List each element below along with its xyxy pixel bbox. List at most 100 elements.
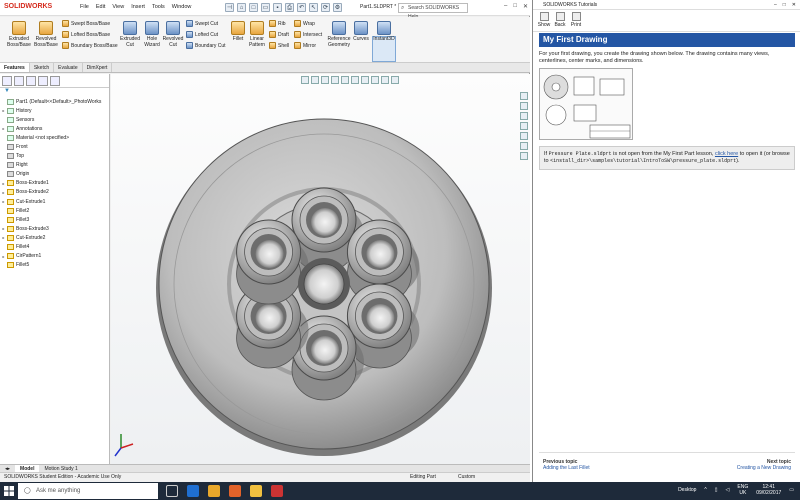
tree-item[interactable]: ▸ CirPattern1	[0, 252, 109, 261]
new-document-icon[interactable]: □	[249, 3, 258, 12]
tree-item[interactable]: Fillet4	[0, 243, 109, 252]
tab-evaluate[interactable]: Evaluate	[54, 63, 83, 72]
menu-file[interactable]: File	[80, 4, 89, 10]
expand-arrow-icon[interactable]: ▸	[0, 190, 7, 195]
zoom-to-fit-icon[interactable]	[301, 76, 309, 84]
lofted-cut-button[interactable]: Lofted Cut	[186, 31, 218, 38]
previous-view-icon[interactable]	[321, 76, 329, 84]
tree-item[interactable]: ▸ Annotations	[0, 124, 109, 133]
tab-sketch[interactable]: Sketch	[30, 63, 55, 72]
print-icon[interactable]: ⎙	[285, 3, 294, 12]
view-orientation-icon[interactable]	[341, 76, 349, 84]
custom-properties-icon[interactable]	[520, 142, 528, 150]
menu-window[interactable]: Window	[172, 4, 192, 10]
appearances-icon[interactable]	[520, 132, 528, 140]
minimize-icon[interactable]: –	[504, 3, 507, 10]
maximize-icon[interactable]: □	[783, 0, 786, 10]
tree-item[interactable]: Fillet2	[0, 206, 109, 215]
select-arrow-icon[interactable]: ↖	[309, 3, 318, 12]
show-button[interactable]: Show	[537, 12, 551, 29]
tree-item[interactable]: Fillet5	[0, 261, 109, 270]
menu-edit[interactable]: Edit	[96, 4, 105, 10]
tree-item[interactable]: Right	[0, 161, 109, 170]
mirror-button[interactable]: Mirror	[294, 42, 316, 49]
print-button[interactable]: Print	[569, 12, 583, 29]
tree-item[interactable]: ▸ Boss-Extrude1	[0, 179, 109, 188]
menu-tools[interactable]: Tools	[152, 4, 165, 10]
graphics-area[interactable]	[111, 74, 530, 464]
expand-arrow-icon[interactable]: ▸	[0, 181, 7, 186]
expand-arrow-icon[interactable]: ▸	[0, 235, 7, 240]
options-gear-icon[interactable]: ⚙	[333, 3, 342, 12]
chrome-icon[interactable]	[208, 485, 220, 497]
rib-button[interactable]: Rib	[269, 20, 286, 27]
tree-item[interactable]: Part1 (Default<<Default>_PhotoWorks	[0, 97, 109, 106]
cortana-search-input[interactable]: ◯ Ask me anything	[18, 483, 158, 499]
menu-view[interactable]: View	[112, 4, 124, 10]
tree-item[interactable]: Front	[0, 142, 109, 151]
expand-arrow-icon[interactable]: ▸	[0, 254, 7, 259]
solidworks-taskbar-icon[interactable]	[271, 485, 283, 497]
notifications-icon[interactable]: ▭	[789, 487, 794, 493]
zoom-area-icon[interactable]	[311, 76, 319, 84]
file-explorer-icon[interactable]	[520, 112, 528, 120]
windows-start-icon[interactable]	[4, 486, 14, 496]
boundary-cut-button[interactable]: Boundary Cut	[186, 42, 226, 49]
tree-item[interactable]: Fillet3	[0, 215, 109, 224]
status-units[interactable]: Custom	[458, 473, 475, 482]
tree-item[interactable]: Sensors	[0, 115, 109, 124]
clock[interactable]: 12:41 09/02/2017	[756, 484, 781, 496]
tab-scroll-icon[interactable]: ◂▸	[0, 465, 15, 472]
expand-arrow-icon[interactable]: ▸	[0, 226, 7, 231]
click-here-link[interactable]: click here	[715, 151, 738, 157]
edge-icon[interactable]	[187, 485, 199, 497]
lofted-boss-button[interactable]: Lofted Boss/Base	[62, 31, 110, 38]
language-indicator[interactable]: ENG UK	[737, 484, 748, 496]
display-style-icon[interactable]	[351, 76, 359, 84]
shell-button[interactable]: Shell	[269, 42, 289, 49]
tree-item[interactable]: ▸ Cut-Extrude1	[0, 197, 109, 206]
revolved-cut-button[interactable]: Revolved Cut	[162, 21, 184, 48]
solidworks-logo[interactable]: SOLIDWORKS	[4, 3, 52, 10]
save-icon[interactable]: ▪	[273, 3, 282, 12]
draft-button[interactable]: Draft	[269, 31, 289, 38]
fillet-button[interactable]: Fillet	[229, 21, 247, 43]
firefox-icon[interactable]	[229, 485, 241, 497]
menu-insert[interactable]: Insert	[131, 4, 145, 10]
view-settings-icon[interactable]	[391, 76, 399, 84]
linear-pattern-button[interactable]: Linear Pattern	[246, 21, 268, 48]
tree-item[interactable]: ▸ Boss-Extrude2	[0, 188, 109, 197]
expand-arrow-icon[interactable]: ▸	[0, 199, 7, 204]
solidworks-resources-icon[interactable]	[520, 92, 528, 100]
section-view-icon[interactable]	[331, 76, 339, 84]
tab-dimxpert[interactable]: DimXpert	[83, 63, 113, 72]
display-manager-icon[interactable]	[50, 76, 60, 86]
tree-item[interactable]: Top	[0, 152, 109, 161]
tree-item[interactable]: Origin	[0, 170, 109, 179]
tree-item[interactable]: Material <not specified>	[0, 133, 109, 142]
extruded-boss-button[interactable]: Extruded Boss/Base	[4, 21, 34, 48]
tree-item[interactable]: ▸ History	[0, 106, 109, 115]
chevron-up-icon[interactable]: ^	[704, 487, 706, 493]
home-icon[interactable]: ⌂	[237, 3, 246, 12]
swept-boss-button[interactable]: Swept Boss/Base	[62, 20, 110, 27]
dimxpert-manager-icon[interactable]	[38, 76, 48, 86]
file-explorer-icon[interactable]	[250, 485, 262, 497]
volume-icon[interactable]: ◁	[726, 487, 730, 493]
tab-motion-study[interactable]: Motion Study 1	[39, 465, 82, 472]
tab-features[interactable]: Features	[0, 63, 30, 72]
close-icon[interactable]: ✕	[523, 3, 528, 10]
revolved-boss-button[interactable]: Revolved Boss/Base	[33, 21, 59, 48]
view-palette-icon[interactable]	[520, 122, 528, 130]
tree-item[interactable]: ▸ Boss-Extrude3	[0, 224, 109, 233]
expand-arrow-icon[interactable]: ▸	[0, 108, 7, 113]
reference-geometry-button[interactable]: Reference Geometry	[326, 21, 352, 48]
scene-icon[interactable]	[381, 76, 389, 84]
help-search-input[interactable]: ⌕ Search SOLIDWORKS Help	[398, 3, 468, 20]
hole-wizard-button[interactable]: Hole Wizard	[141, 21, 163, 48]
desktop-toolbar[interactable]: Desktop	[678, 487, 696, 493]
minimize-icon[interactable]: –	[774, 0, 777, 10]
hide-show-icon[interactable]	[361, 76, 369, 84]
undo-icon[interactable]: ↶	[297, 3, 306, 12]
filter-icon[interactable]: ▼	[0, 88, 109, 97]
